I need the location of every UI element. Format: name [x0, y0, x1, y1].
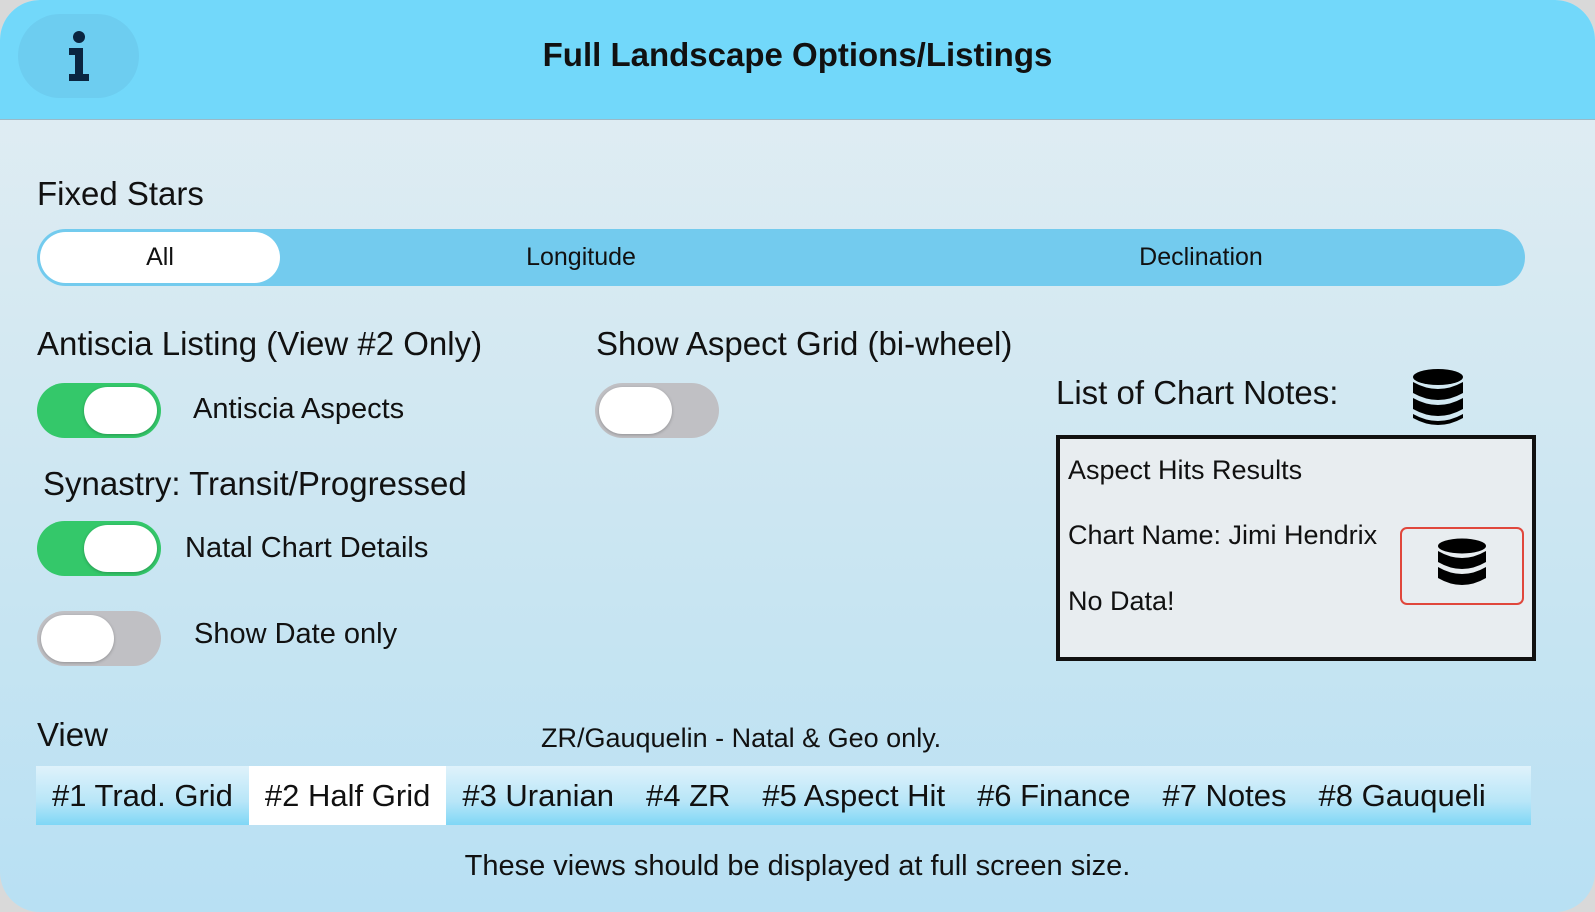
show-date-only-label: Show Date only — [194, 618, 398, 650]
natal-chart-details-toggle[interactable] — [37, 521, 161, 576]
notes-database-button[interactable] — [1400, 527, 1524, 605]
tab-aspect-hit[interactable]: #5 Aspect Hit — [746, 766, 961, 825]
tab-trad-grid[interactable]: #1 Trad. Grid — [36, 766, 249, 825]
toggle-knob — [84, 525, 157, 572]
aspect-grid-toggle[interactable] — [595, 383, 719, 438]
aspect-grid-heading: Show Aspect Grid (bi-wheel) — [596, 325, 1013, 362]
chart-notes-heading: List of Chart Notes: — [1056, 374, 1339, 411]
tab-notes[interactable]: #7 Notes — [1146, 766, 1302, 825]
segment-all[interactable]: All — [40, 229, 280, 286]
tab-half-grid[interactable]: #2 Half Grid — [248, 766, 447, 825]
natal-chart-details-label: Natal Chart Details — [185, 532, 429, 564]
fixed-stars-segmented-control[interactable]: All Longitude Declination — [37, 229, 1525, 286]
page-title: Full Landscape Options/Listings — [542, 36, 1053, 73]
database-icon[interactable] — [1412, 368, 1464, 431]
show-date-only-toggle[interactable] — [37, 611, 161, 666]
notes-line-no-data: No Data! — [1068, 586, 1175, 616]
header-bar: Full Landscape Options/Listings — [0, 0, 1595, 120]
toggle-knob — [41, 615, 114, 662]
synastry-heading: Synastry: Transit/Progressed — [43, 465, 467, 502]
chart-notes-list: Aspect Hits Results Chart Name: Jimi Hen… — [1056, 435, 1536, 661]
segment-longitude[interactable]: Longitude — [287, 229, 875, 286]
toggle-knob — [84, 387, 157, 434]
tab-finance[interactable]: #6 Finance — [961, 766, 1146, 825]
tab-uranian[interactable]: #3 Uranian — [446, 766, 630, 825]
tab-gauquelin[interactable]: #8 Gauqueli — [1303, 766, 1502, 825]
options-panel: Full Landscape Options/Listings Fixed St… — [0, 0, 1595, 912]
view-label: View — [37, 716, 108, 753]
footer-note: These views should be displayed at full … — [464, 850, 1131, 882]
notes-line-aspect-hits: Aspect Hits Results — [1068, 455, 1303, 485]
notes-line-chart-name: Chart Name: Jimi Hendrix — [1068, 520, 1378, 550]
database-icon — [1438, 538, 1486, 585]
view-tabs[interactable]: #1 Trad. Grid #2 Half Grid #3 Uranian #4… — [36, 766, 1531, 825]
view-note: ZR/Gauquelin - Natal & Geo only. — [541, 723, 942, 753]
antiscia-aspects-toggle[interactable] — [37, 383, 161, 438]
antiscia-heading: Antiscia Listing (View #2 Only) — [37, 325, 483, 362]
antiscia-aspects-label: Antiscia Aspects — [193, 393, 405, 425]
segment-declination[interactable]: Declination — [907, 229, 1495, 286]
fixed-stars-label: Fixed Stars — [37, 175, 204, 212]
tab-zr[interactable]: #4 ZR — [630, 766, 746, 825]
toggle-knob — [599, 387, 672, 434]
